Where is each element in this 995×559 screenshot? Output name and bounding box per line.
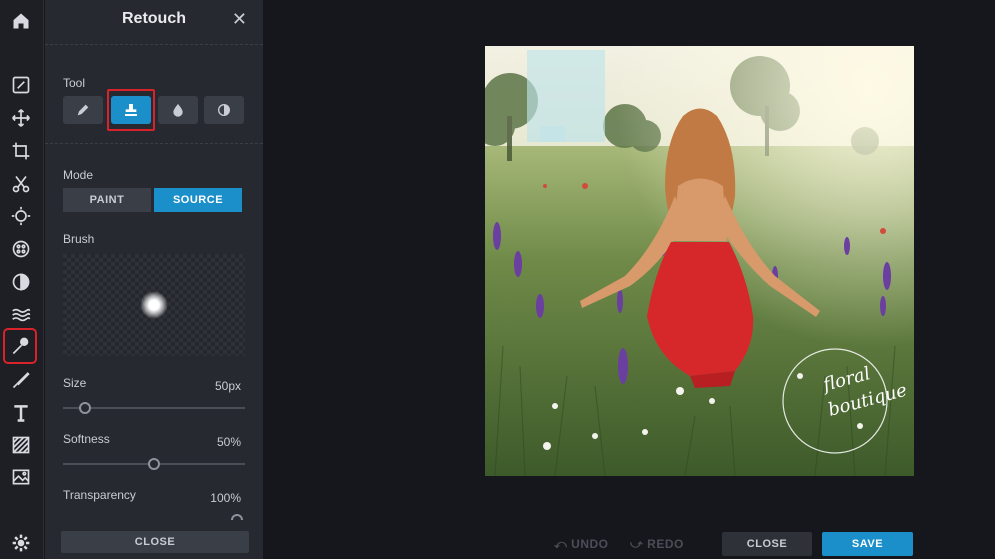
transparency-label: Transparency: [63, 488, 136, 502]
effects-icon[interactable]: [8, 236, 34, 262]
contrast-tool-button[interactable]: [204, 96, 244, 124]
brush-dot: [140, 291, 168, 319]
settings-icon[interactable]: [8, 530, 34, 556]
move-icon[interactable]: [8, 105, 34, 131]
home-icon[interactable]: [8, 8, 34, 34]
tool-label: Tool: [63, 76, 86, 90]
brush-preview: [63, 254, 245, 356]
contrast-icon: [218, 104, 230, 116]
brush-icon[interactable]: [8, 367, 34, 393]
transparency-slider-knob[interactable]: [231, 514, 243, 520]
undo-button[interactable]: ⤺ UNDO: [554, 537, 609, 552]
undo-label: UNDO: [571, 537, 609, 551]
adjust-icon[interactable]: [8, 203, 34, 229]
size-value: 50px: [214, 379, 241, 393]
softness-value: 50%: [216, 435, 241, 449]
divider: [45, 143, 263, 145]
pencil-icon: [77, 104, 89, 116]
softness-slider-knob[interactable]: [148, 458, 160, 470]
image-icon[interactable]: [8, 464, 34, 490]
pencil-tool-button[interactable]: [63, 96, 103, 124]
tool-rail: [0, 0, 44, 559]
brush-label: Brush: [63, 232, 95, 246]
photo-canvas: floral boutique: [485, 46, 914, 476]
retouch-icon[interactable]: [3, 328, 37, 364]
redo-button[interactable]: ⤻ REDO: [630, 537, 684, 552]
cut-icon[interactable]: [8, 171, 34, 197]
undo-icon: ⤺: [554, 537, 572, 551]
mode-paint-button[interactable]: PAINT: [63, 188, 151, 212]
edit-icon[interactable]: [8, 72, 34, 98]
divider: [45, 44, 263, 46]
mode-source-button[interactable]: SOURCE: [154, 188, 242, 212]
selected-tool-highlight: [107, 89, 155, 131]
redo-icon: ⤻: [630, 537, 648, 551]
close-button[interactable]: CLOSE: [722, 532, 812, 556]
filter-icon[interactable]: [8, 269, 34, 295]
drop-tool-button[interactable]: [158, 96, 198, 124]
size-label: Size: [63, 376, 87, 390]
panel-title: Retouch: [122, 10, 186, 27]
pattern-icon[interactable]: [8, 432, 34, 458]
retouch-panel: Retouch ✕ Tool Mode PAINT SOURCE Brush S…: [45, 0, 263, 559]
size-slider-knob[interactable]: [78, 402, 91, 414]
mode-label: Mode: [63, 168, 94, 182]
save-button[interactable]: SAVE: [822, 532, 913, 556]
transparency-value: 100%: [210, 491, 241, 505]
wave-icon[interactable]: [8, 302, 34, 328]
crop-icon[interactable]: [8, 138, 34, 164]
close-icon[interactable]: ✕: [232, 9, 247, 30]
panel-close-button[interactable]: CLOSE: [61, 531, 249, 553]
softness-label: Softness: [63, 432, 110, 446]
text-icon[interactable]: [8, 400, 34, 426]
drop-icon: [173, 104, 183, 117]
edited-photo[interactable]: floral boutique: [485, 46, 914, 476]
redo-label: REDO: [647, 537, 684, 551]
